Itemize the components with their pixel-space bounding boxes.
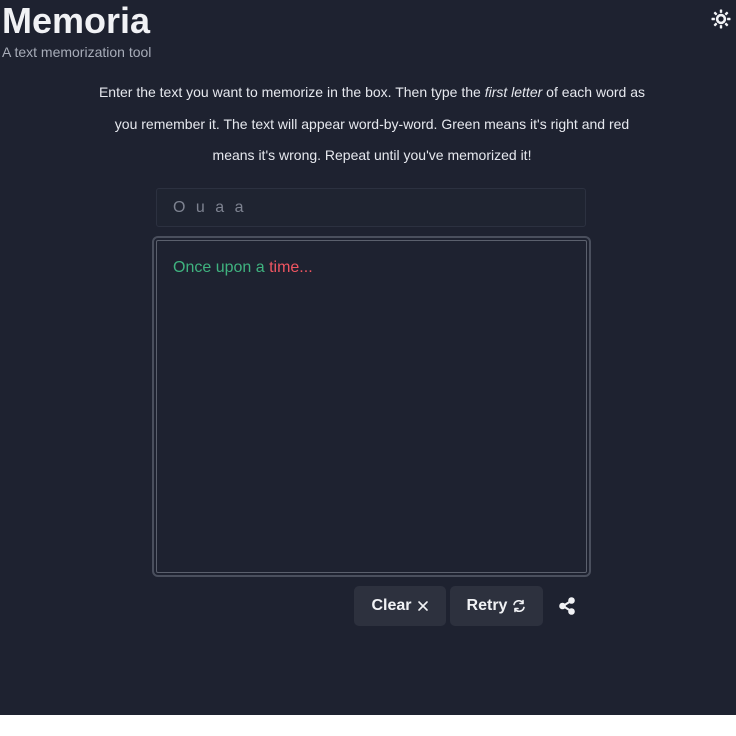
share-icon bbox=[559, 597, 575, 615]
app-root: Memoria A text memorization tool Enter t… bbox=[0, 0, 736, 715]
app-subtitle: A text memorization tool bbox=[2, 44, 152, 60]
theme-toggle-button[interactable] bbox=[711, 9, 731, 29]
sun-icon bbox=[711, 9, 731, 29]
memorized-text-display: Once upon a time... bbox=[156, 240, 587, 573]
word-correct: Once upon a bbox=[173, 259, 265, 276]
memorized-text-area[interactable]: Once upon a time... bbox=[152, 236, 591, 577]
word-wrong: time... bbox=[269, 259, 313, 276]
retry-button-label: Retry bbox=[466, 597, 508, 614]
first-letters-input[interactable] bbox=[156, 188, 586, 227]
refresh-icon bbox=[513, 599, 526, 613]
share-button[interactable] bbox=[557, 596, 577, 616]
app-title: Memoria bbox=[2, 0, 151, 41]
retry-button[interactable]: Retry bbox=[450, 586, 543, 626]
instructions-part-1: Enter the text you want to memorize in t… bbox=[98, 84, 485, 100]
clear-button-label: Clear bbox=[371, 597, 412, 614]
close-icon bbox=[417, 601, 428, 611]
instructions-emphasis: first letter bbox=[484, 84, 543, 100]
clear-button[interactable]: Clear bbox=[354, 586, 446, 626]
instructions-text: Enter the text you want to memorize in t… bbox=[96, 77, 648, 172]
